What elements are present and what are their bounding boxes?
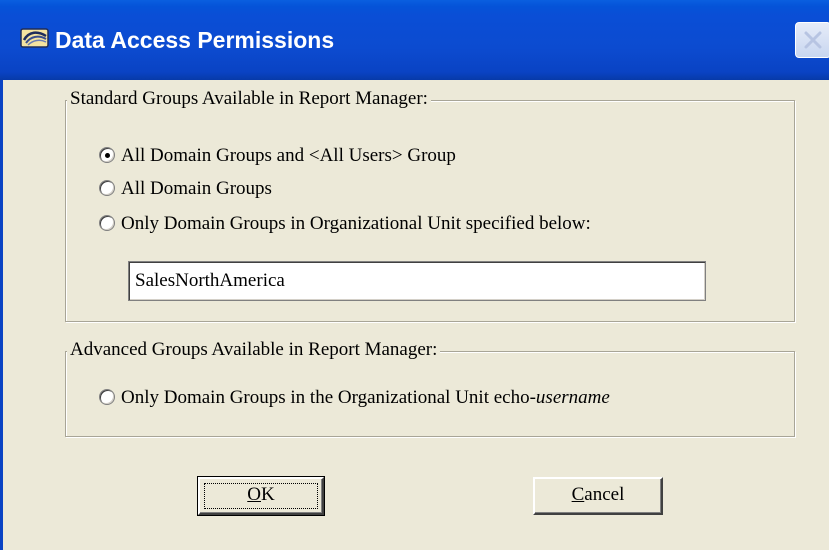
- standard-groups-legend: Standard Groups Available in Report Mana…: [67, 88, 431, 110]
- radio-button[interactable]: [99, 215, 115, 231]
- title-bar[interactable]: Data Access Permissions: [0, 0, 829, 80]
- radio-label[interactable]: Only Domain Groups in the Organizational…: [121, 386, 610, 410]
- dialog-window: Data Access Permissions Standard Groups …: [0, 0, 829, 550]
- close-icon: [804, 31, 822, 49]
- radio-button[interactable]: [99, 389, 115, 405]
- cancel-mnemonic: C: [571, 484, 585, 505]
- window-title: Data Access Permissions: [55, 27, 335, 53]
- organizational-unit-input[interactable]: [128, 261, 706, 301]
- dialog-body: Standard Groups Available in Report Mana…: [0, 80, 829, 550]
- app-icon: [20, 27, 50, 49]
- cancel-button[interactable]: Cancel: [533, 477, 663, 515]
- radio-label-prefix: Only Domain Groups in the Organizational…: [121, 387, 536, 408]
- ok-button[interactable]: OK: [197, 476, 325, 516]
- close-button[interactable]: [795, 22, 829, 58]
- radio-label[interactable]: All Domain Groups: [121, 177, 272, 201]
- radio-label[interactable]: Only Domain Groups in Organizational Uni…: [121, 212, 591, 236]
- advanced-groups-legend: Advanced Groups Available in Report Mana…: [67, 339, 441, 361]
- radio-label[interactable]: All Domain Groups and <All Users> Group: [121, 144, 456, 168]
- cancel-label-rest: ancel: [584, 484, 625, 505]
- radio-button[interactable]: [99, 147, 115, 163]
- ok-mnemonic: O: [247, 484, 261, 505]
- ok-label-rest: K: [261, 484, 275, 505]
- radio-button[interactable]: [99, 180, 115, 196]
- radio-selected-dot: [105, 153, 110, 158]
- radio-label-italic: username: [535, 387, 610, 408]
